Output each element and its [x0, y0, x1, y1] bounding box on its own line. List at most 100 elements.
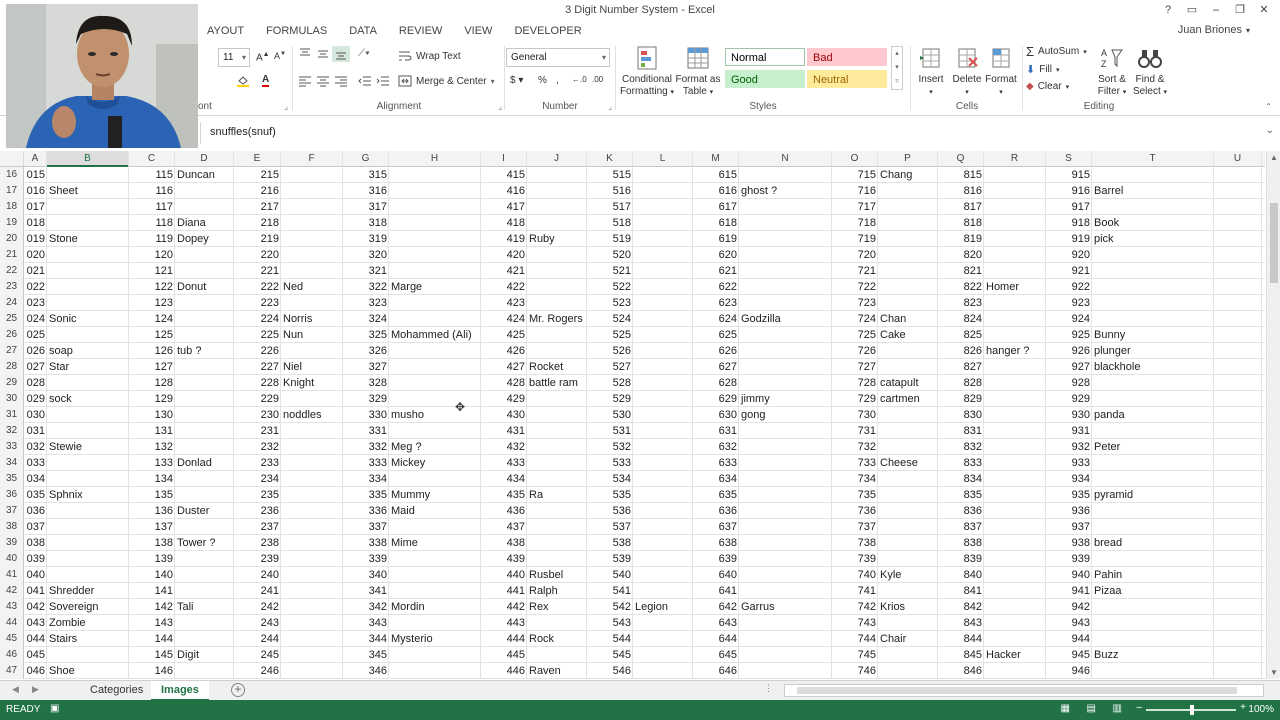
- style-good[interactable]: Good: [725, 70, 805, 88]
- number-cell[interactable]: 529: [587, 391, 633, 407]
- number-cell[interactable]: 029: [24, 391, 47, 407]
- number-cell[interactable]: 736: [832, 503, 878, 519]
- bottom-align-button[interactable]: [332, 46, 350, 62]
- column-header[interactable]: P: [878, 151, 938, 167]
- number-cell[interactable]: 141: [129, 583, 175, 599]
- format-as-table-button[interactable]: Format as Table ▾: [673, 44, 723, 99]
- fill-color-button[interactable]: [236, 75, 250, 87]
- name-cell[interactable]: [47, 215, 129, 231]
- name-cell[interactable]: Mr. Rogers: [527, 311, 587, 327]
- number-cell[interactable]: 832: [938, 439, 984, 455]
- number-cell[interactable]: 925: [1046, 327, 1092, 343]
- zoom-level[interactable]: 100%: [1248, 704, 1274, 715]
- number-cell[interactable]: 340: [343, 567, 389, 583]
- number-cell[interactable]: 139: [129, 551, 175, 567]
- name-cell[interactable]: [389, 359, 481, 375]
- name-cell[interactable]: [281, 343, 343, 359]
- style-neutral[interactable]: Neutral: [807, 70, 887, 88]
- row-header[interactable]: 40: [0, 551, 24, 567]
- row-header[interactable]: 43: [0, 599, 24, 615]
- number-cell[interactable]: 238: [234, 535, 281, 551]
- number-cell[interactable]: 626: [693, 343, 739, 359]
- column-header[interactable]: L: [633, 151, 693, 167]
- name-cell[interactable]: [739, 535, 832, 551]
- name-cell[interactable]: [984, 407, 1046, 423]
- number-cell[interactable]: 417: [481, 199, 527, 215]
- name-cell[interactable]: [739, 503, 832, 519]
- name-cell[interactable]: [984, 615, 1046, 631]
- number-cell[interactable]: 020: [24, 247, 47, 263]
- number-cell[interactable]: 737: [832, 519, 878, 535]
- font-size-select[interactable]: 11 ▾: [218, 48, 250, 67]
- name-cell[interactable]: [389, 423, 481, 439]
- number-cell[interactable]: 222: [234, 279, 281, 295]
- name-cell[interactable]: [878, 199, 938, 215]
- number-cell[interactable]: 229: [234, 391, 281, 407]
- number-cell[interactable]: 431: [481, 423, 527, 439]
- name-cell[interactable]: Dopey: [175, 231, 234, 247]
- name-cell[interactable]: [47, 167, 129, 183]
- name-cell[interactable]: [739, 359, 832, 375]
- name-cell[interactable]: ghost ?: [739, 183, 832, 199]
- name-cell[interactable]: Garrus: [739, 599, 832, 615]
- number-cell[interactable]: 115: [129, 167, 175, 183]
- row-header[interactable]: 20: [0, 231, 24, 247]
- name-cell[interactable]: [527, 407, 587, 423]
- name-cell[interactable]: [984, 471, 1046, 487]
- name-cell[interactable]: [281, 663, 343, 679]
- horizontal-scrollbar[interactable]: [784, 684, 1264, 697]
- ribbon-display-icon[interactable]: ▭: [1180, 2, 1204, 18]
- page-break-view-icon[interactable]: ▥: [1113, 703, 1122, 714]
- number-cell[interactable]: 345: [343, 647, 389, 663]
- number-cell[interactable]: 130: [129, 407, 175, 423]
- number-cell[interactable]: 819: [938, 231, 984, 247]
- number-cell[interactable]: 831: [938, 423, 984, 439]
- name-cell[interactable]: [281, 247, 343, 263]
- name-cell[interactable]: [878, 583, 938, 599]
- name-cell[interactable]: [633, 263, 693, 279]
- name-cell[interactable]: [47, 295, 129, 311]
- name-cell[interactable]: [175, 183, 234, 199]
- name-cell[interactable]: [633, 487, 693, 503]
- name-cell[interactable]: [389, 391, 481, 407]
- name-cell[interactable]: [47, 247, 129, 263]
- number-cell[interactable]: 546: [587, 663, 633, 679]
- name-cell[interactable]: [984, 599, 1046, 615]
- number-cell[interactable]: 243: [234, 615, 281, 631]
- number-cell[interactable]: 015: [24, 167, 47, 183]
- number-cell[interactable]: 321: [343, 263, 389, 279]
- name-cell[interactable]: [878, 183, 938, 199]
- number-cell[interactable]: 443: [481, 615, 527, 631]
- number-cell[interactable]: 837: [938, 519, 984, 535]
- number-cell[interactable]: 944: [1046, 631, 1092, 647]
- name-cell[interactable]: [1092, 471, 1214, 487]
- number-cell[interactable]: 133: [129, 455, 175, 471]
- number-cell[interactable]: 436: [481, 503, 527, 519]
- number-cell[interactable]: 123: [129, 295, 175, 311]
- number-cell[interactable]: 131: [129, 423, 175, 439]
- row-header[interactable]: 17: [0, 183, 24, 199]
- number-cell[interactable]: 835: [938, 487, 984, 503]
- number-cell[interactable]: 233: [234, 455, 281, 471]
- number-cell[interactable]: 625: [693, 327, 739, 343]
- number-cell[interactable]: 522: [587, 279, 633, 295]
- name-cell[interactable]: [739, 231, 832, 247]
- number-cell[interactable]: 823: [938, 295, 984, 311]
- number-cell[interactable]: 521: [587, 263, 633, 279]
- number-cell[interactable]: 824: [938, 311, 984, 327]
- number-cell[interactable]: 439: [481, 551, 527, 567]
- number-cell[interactable]: 826: [938, 343, 984, 359]
- number-cell[interactable]: 722: [832, 279, 878, 295]
- number-cell[interactable]: 341: [343, 583, 389, 599]
- name-cell[interactable]: Donlad: [175, 455, 234, 471]
- name-cell[interactable]: [633, 247, 693, 263]
- name-cell[interactable]: soap: [47, 343, 129, 359]
- name-cell[interactable]: [984, 295, 1046, 311]
- name-cell[interactable]: Pizaa: [1092, 583, 1214, 599]
- name-cell[interactable]: Chair: [878, 631, 938, 647]
- name-cell[interactable]: [175, 327, 234, 343]
- name-cell[interactable]: blackhole: [1092, 359, 1214, 375]
- name-cell[interactable]: [47, 535, 129, 551]
- number-cell[interactable]: 545: [587, 647, 633, 663]
- name-cell[interactable]: Knight: [281, 375, 343, 391]
